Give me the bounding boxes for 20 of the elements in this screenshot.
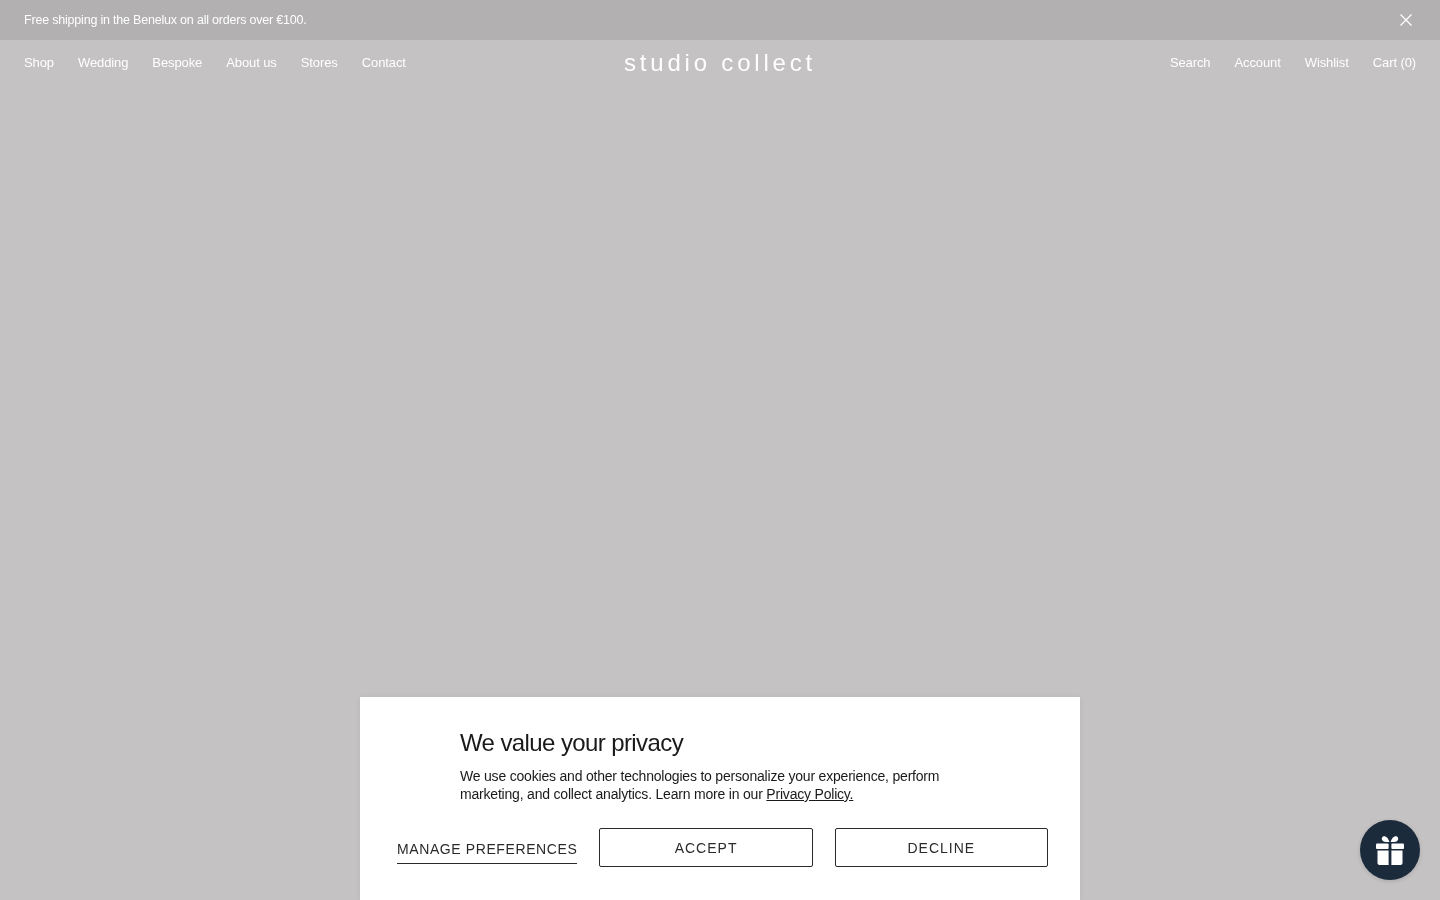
consent-button[interactable]: ACCEPT xyxy=(599,828,813,867)
nav-link[interactable]: Wishlist xyxy=(1304,55,1349,70)
nav-link[interactable]: Bespoke xyxy=(152,55,203,70)
close-icon xyxy=(1400,14,1412,26)
privacy-policy-link[interactable]: Privacy Policy. xyxy=(766,786,854,802)
nav-link[interactable]: Account xyxy=(1234,55,1281,70)
consent-button[interactable]: DECLINE xyxy=(834,828,1048,867)
cookie-title: We value your privacy xyxy=(460,729,684,757)
site-logo[interactable]: studio collect xyxy=(624,49,816,77)
nav-link[interactable]: About us xyxy=(226,55,277,70)
gift-button[interactable] xyxy=(1360,820,1420,880)
announcement-text: Free shipping in the Benelux on all orders over €100. xyxy=(24,13,307,27)
nav-link[interactable]: Shop xyxy=(24,55,54,70)
nav-link[interactable]: Search xyxy=(1169,55,1211,70)
nav-link[interactable]: Wedding xyxy=(77,55,129,70)
gift-icon xyxy=(1376,835,1404,865)
cookie-description: We use cookies and other technologies to personalize your experience, perform marketing, and collect analytics. Learn more in our Privacy Policy. xyxy=(460,767,941,803)
nav-link[interactable]: Contact xyxy=(361,55,406,70)
nav-link[interactable]: Cart (0) xyxy=(1372,55,1416,70)
nav-link[interactable]: Stores xyxy=(300,55,338,70)
